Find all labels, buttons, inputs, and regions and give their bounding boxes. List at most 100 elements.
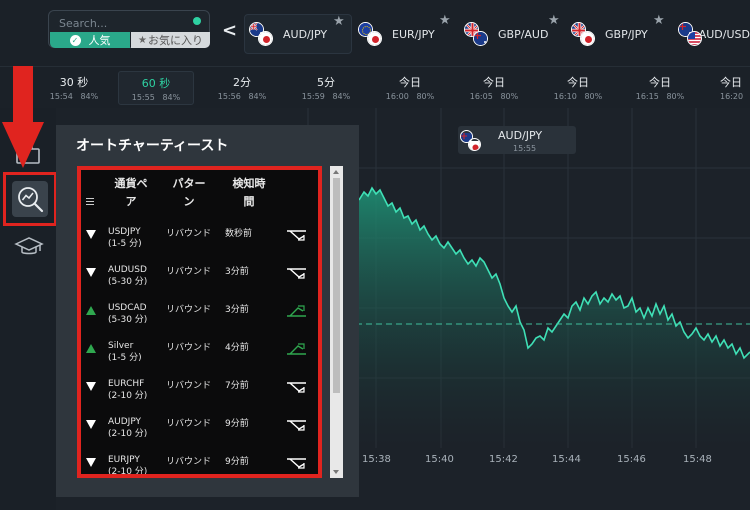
down-arrow-icon <box>86 230 96 239</box>
trend-magnifier-icon <box>18 187 44 213</box>
scroll-down-icon[interactable] <box>333 470 339 474</box>
down-arrow-icon <box>86 268 96 277</box>
column-header-pair: 通貨ペア <box>114 177 148 208</box>
timeframe-label: 今日 <box>483 76 505 89</box>
timeframe-today-1600[interactable]: 今日 16:00 80% <box>372 71 448 105</box>
flags-icon <box>678 20 702 48</box>
panel-title: オートチャーティースト <box>76 138 229 154</box>
column-header-pattern: パターン <box>172 177 206 208</box>
scroll-up-icon[interactable] <box>333 170 339 174</box>
timeframe-sub: 15:59 84% <box>301 92 351 101</box>
time-axis-label: 15:42 <box>489 454 518 465</box>
row-detected: 4分前 <box>225 343 249 353</box>
chart-pair-name: AUD/JPY <box>498 129 543 142</box>
pair-tab-label: EUR/JPY <box>392 27 435 41</box>
timeframe-2m[interactable]: 2分 15:56 84% <box>204 71 280 105</box>
search-input[interactable] <box>59 15 179 31</box>
menu-icon[interactable] <box>86 198 94 205</box>
table-row[interactable]: USDJPY (1-5 分) リバウンド 数秒前 <box>81 222 318 260</box>
row-pattern: リバウンド <box>166 419 212 429</box>
flags-icon <box>249 20 279 48</box>
up-arrow-icon <box>86 306 96 315</box>
row-pair: EURJPY (2-10 分) <box>108 455 148 477</box>
check-icon: ✓ <box>69 34 81 46</box>
tab-favorites[interactable]: ★ お気に入り <box>131 32 210 48</box>
time-axis-label: 15:48 <box>683 454 712 465</box>
row-detected: 数秒前 <box>225 229 253 239</box>
pair-tab-gbpjpy[interactable]: GBP/JPY ★ <box>567 13 670 54</box>
pair-tab-label: AUD/JPY <box>283 27 328 41</box>
trend-down-icon <box>287 458 306 469</box>
price-area-fill <box>359 188 750 448</box>
table-row[interactable]: EURCHF (2-10 分) リバウンド 7分前 <box>81 374 318 412</box>
flags-icon <box>460 128 486 154</box>
scroll-thumb[interactable] <box>333 178 340 393</box>
usa-flag-icon <box>687 31 702 46</box>
tab-popular[interactable]: ✓ 人気 <box>50 32 130 48</box>
timeframe-today-1615[interactable]: 今日 16:15 80% <box>622 71 698 105</box>
down-arrow-icon <box>86 420 96 429</box>
pair-tab-eurjpy[interactable]: EUR/JPY ★ <box>354 13 454 54</box>
timeframe-today-1620[interactable]: 今日 16:20 <box>706 71 750 105</box>
row-detected: 9分前 <box>225 457 249 467</box>
timeframe-sub: 15:55 84% <box>131 93 181 102</box>
trend-down-icon <box>287 268 306 279</box>
auto-chartist-button[interactable] <box>12 181 48 217</box>
row-pattern: リバウンド <box>166 305 212 315</box>
time-axis-label: 15:44 <box>552 454 581 465</box>
timeframe-5m[interactable]: 5分 15:59 84% <box>288 71 364 105</box>
row-pattern: リバウンド <box>166 267 212 277</box>
row-detected: 9分前 <box>225 419 249 429</box>
table-row[interactable]: AUDUSD (5-30 分) リバウンド 3分前 <box>81 260 318 298</box>
flags-icon <box>464 20 494 48</box>
status-dot-icon <box>193 17 201 25</box>
table-header: 通貨ペア パターン 検知時間 <box>81 170 318 218</box>
japan-flag-icon <box>367 31 382 46</box>
timeframe-sub: 16:15 80% <box>635 92 685 101</box>
flags-icon <box>358 20 388 48</box>
chart-pair-badge: AUD/JPY 15:55 <box>458 126 576 154</box>
star-icon[interactable]: ★ <box>653 13 665 28</box>
trend-up-icon <box>287 305 306 317</box>
star-icon[interactable]: ★ <box>439 13 451 28</box>
chevron-left-icon[interactable]: < <box>222 20 237 41</box>
column-header-time: 検知時間 <box>232 177 266 208</box>
pair-tab-label: GBP/JPY <box>605 27 648 41</box>
row-detected: 7分前 <box>225 381 249 391</box>
down-arrow-icon <box>86 382 96 391</box>
japan-flag-icon <box>258 31 273 46</box>
graduation-cap-icon[interactable] <box>14 236 44 258</box>
timeframe-sub: 16:05 80% <box>469 92 519 101</box>
timeframe-60s[interactable]: 60 秒 15:55 84% <box>118 71 194 105</box>
star-icon[interactable]: ★ <box>548 13 560 28</box>
pair-tab-gbpaud[interactable]: GBP/AUD ★ <box>460 13 564 54</box>
pair-tab-audjpy[interactable]: AUD/JPY ★ <box>244 14 352 54</box>
table-row[interactable]: AUDJPY (2-10 分) リバウンド 9分前 <box>81 412 318 450</box>
star-icon[interactable]: ★ <box>333 14 345 29</box>
trend-down-icon <box>287 420 306 431</box>
timeframe-label: 今日 <box>649 76 671 89</box>
row-pair: Silver (1-5 分) <box>108 341 142 363</box>
table-scrollbar[interactable] <box>330 166 343 478</box>
signals-table: 通貨ペア パターン 検知時間 USDJPY (1-5 分) リバウンド 数秒前 A… <box>77 166 322 478</box>
time-axis-label: 15:40 <box>425 454 454 465</box>
row-pair: EURCHF (2-10 分) <box>108 379 148 401</box>
trend-down-icon <box>287 230 306 241</box>
timeframe-label: 2分 <box>233 76 251 89</box>
row-detected: 3分前 <box>225 305 249 315</box>
row-pattern: リバウンド <box>166 343 212 353</box>
pair-tab-label: GBP/AUD <box>498 27 549 41</box>
pair-tab-audusd[interactable]: AUD/USD <box>674 14 750 54</box>
trend-up-icon <box>287 343 306 355</box>
timeframe-today-1610[interactable]: 今日 16:10 80% <box>540 71 616 105</box>
australia-flag-icon <box>473 31 488 46</box>
timeframe-today-1605[interactable]: 今日 16:05 80% <box>456 71 532 105</box>
row-pattern: リバウンド <box>166 381 212 391</box>
row-pair: USDCAD (5-30 分) <box>108 303 148 325</box>
table-row[interactable]: EURJPY (2-10 分) リバウンド 9分前 <box>81 450 318 477</box>
table-row[interactable]: USDCAD (5-30 分) リバウンド 3分前 <box>81 298 318 336</box>
timeframe-sub: 16:10 80% <box>553 92 603 101</box>
table-row[interactable]: Silver (1-5 分) リバウンド 4分前 <box>81 336 318 374</box>
timeframe-label: 今日 <box>720 76 742 89</box>
down-arrow-icon <box>86 458 96 467</box>
